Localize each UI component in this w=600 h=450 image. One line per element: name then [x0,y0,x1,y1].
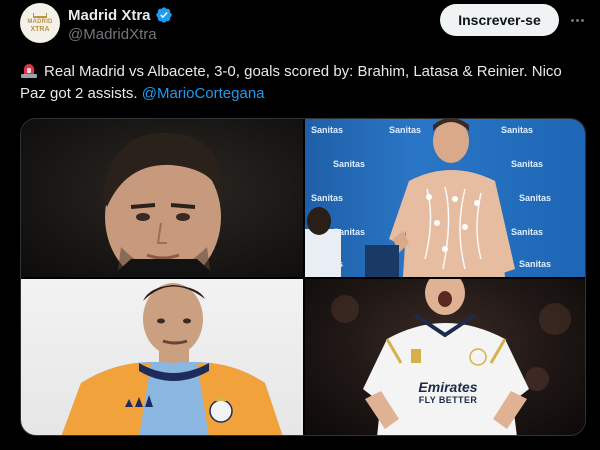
subscribe-button[interactable]: Inscrever-se [440,4,559,36]
tweet-card: MADRID XTRA Madrid Xtra @MadridXtra Insc… [0,0,600,450]
photo-player-training-kit[interactable] [21,279,303,435]
avatar[interactable]: MADRID XTRA [20,3,60,43]
siren-icon [21,64,37,78]
media-grid[interactable]: Sanitas Sanitas Sanitas Sanitas Sanitas … [20,118,586,436]
photo-4-illustration [331,279,571,435]
tweet-text: Real Madrid vs Albacete, 3-0, goals scor… [20,61,580,105]
tweet-body: Real Madrid vs Albacete, 3-0, goals scor… [20,63,562,102]
more-horizontal-icon[interactable] [566,11,588,29]
photo-medical-test[interactable]: Sanitas Sanitas Sanitas Sanitas Sanitas … [305,119,585,277]
verified-badge-icon [155,7,172,23]
madrid-xtra-logo: MADRID XTRA [23,6,57,40]
photo-player-portrait[interactable] [21,119,303,277]
display-name[interactable]: Madrid Xtra [68,7,151,24]
author-handle[interactable]: @MadridXtra [68,26,157,43]
photo-3-illustration [61,283,283,435]
photo-2-illustration [305,119,515,277]
author-name-row: Madrid Xtra [68,6,173,24]
shirt-sponsor: Emirates FLY BETTER [418,379,478,405]
mention-link[interactable]: @MarioCortegana [142,85,265,102]
photo-1-illustration [103,132,222,277]
photo-player-celebrating[interactable]: Emirates FLY BETTER [305,279,585,435]
